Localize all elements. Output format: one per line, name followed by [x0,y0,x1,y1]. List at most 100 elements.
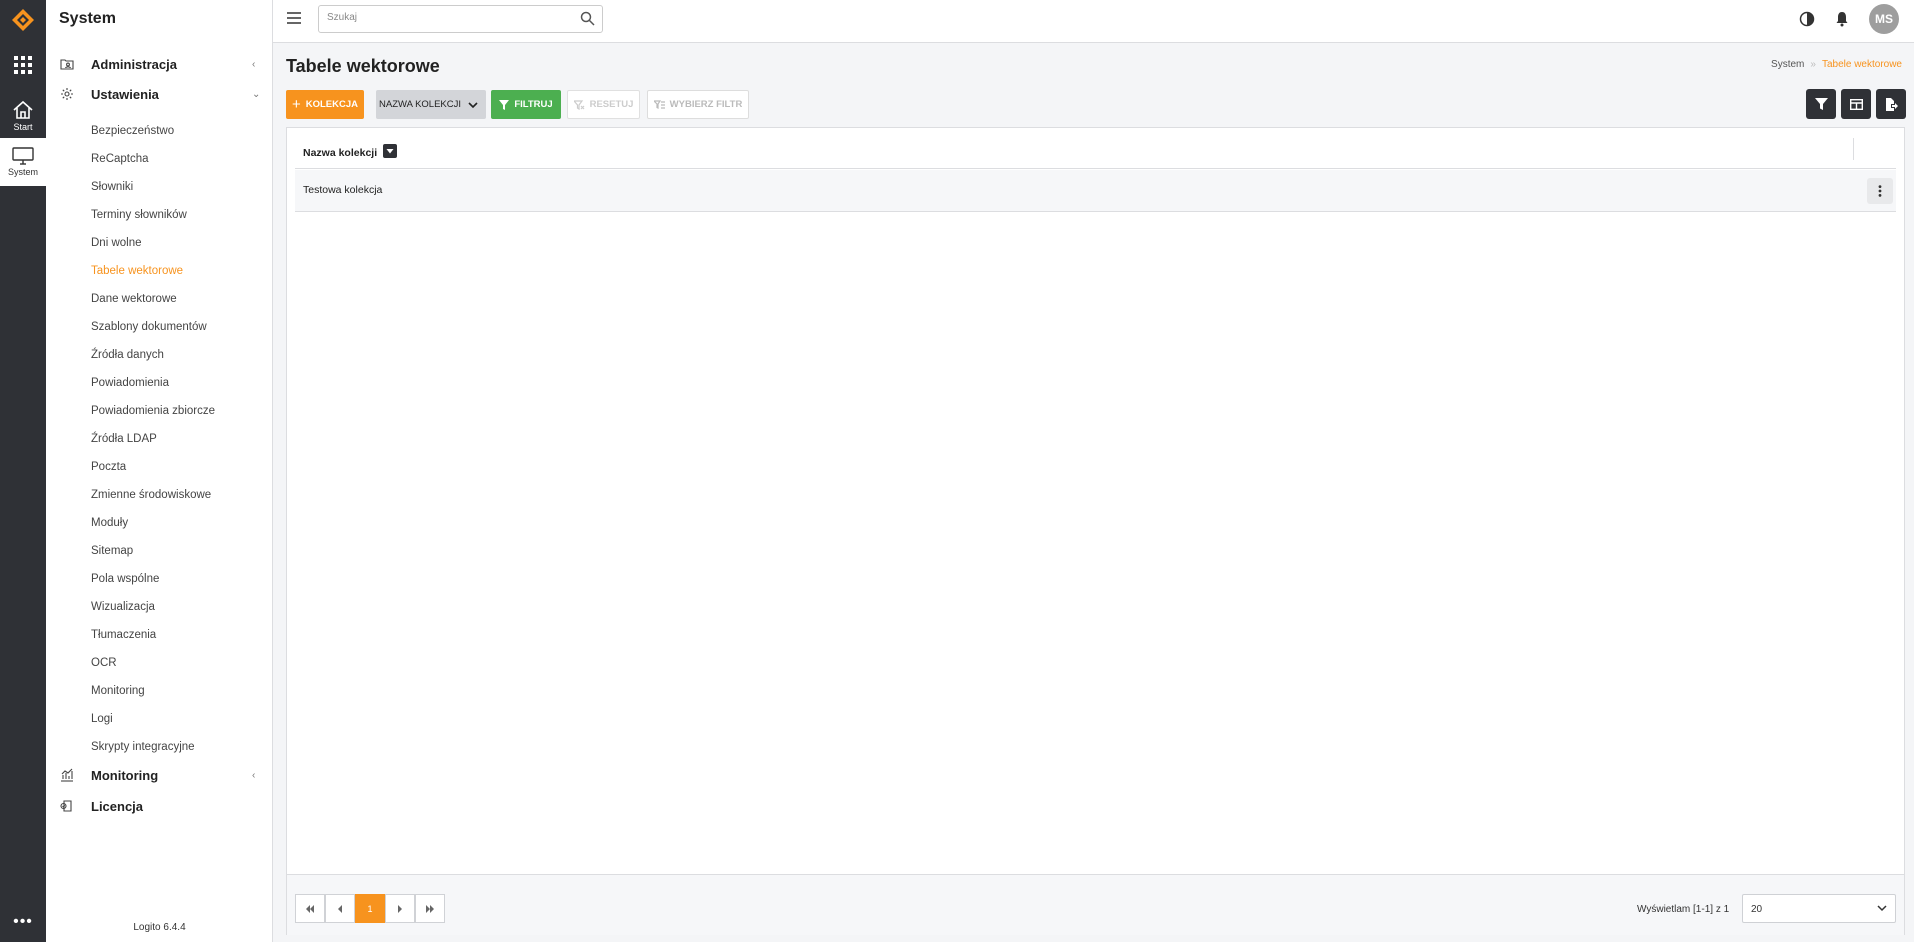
folder-user-icon [60,59,74,70]
sidebar-section-label: Administracja [91,56,177,72]
sidebar-section-ustawienia[interactable]: Ustawienia ⌄ [46,83,273,105]
cell-collection-name[interactable]: Testowa kolekcja [303,184,382,196]
sidebar-item-dane-wektorowe[interactable]: Dane wektorowe [91,293,177,305]
sidebar: System Administracja ‹ Ustawienia ⌄ Bezp… [46,0,273,942]
filter-field-label: NAZWA KOLEKCJI [379,99,461,110]
sort-dropdown-button[interactable] [383,144,397,158]
choose-filter-button[interactable]: WYBIERZ FILTR [647,90,749,119]
sidebar-item-słowniki[interactable]: Słowniki [91,181,133,193]
contrast-toggle-icon[interactable] [1799,11,1815,27]
sidebar-item-tłumaczenia[interactable]: Tłumaczenia [91,629,156,641]
add-collection-button[interactable]: + KOLEKCJA [286,90,364,119]
sidebar-item-recaptcha[interactable]: ReCaptcha [91,153,149,165]
export-button[interactable] [1876,89,1906,119]
sidebar-item-moduły[interactable]: Moduły [91,517,128,529]
sidebar-item-tabele-wektorowe[interactable]: Tabele wektorowe [91,265,183,277]
row-actions-button[interactable] [1867,178,1893,204]
breadcrumb-separator: » [1810,59,1816,70]
topbar: MS [273,0,1914,43]
app-version: Logito 6.4.4 [133,922,186,933]
logito-logo-icon[interactable] [11,8,35,32]
filter-icon [1814,98,1828,110]
page-size-select[interactable]: 20 [1742,894,1896,923]
search-input[interactable] [327,12,567,23]
filter-field-select[interactable]: NAZWA KOLEKCJI [376,90,486,119]
search-icon[interactable] [580,11,595,26]
plus-icon: + [291,96,301,113]
sidebar-item-wizualizacja[interactable]: Wizualizacja [91,601,155,613]
table-row[interactable]: Testowa kolekcja [295,170,1896,212]
license-icon [60,800,72,812]
bell-icon[interactable] [1834,11,1850,27]
sidebar-section-monitoring[interactable]: Monitoring ‹ [46,764,273,786]
filter-reset-icon [573,99,585,110]
sidebar-item-sitemap[interactable]: Sitemap [91,545,133,557]
column-divider [1853,138,1854,160]
sidebar-section-administracja[interactable]: Administracja ‹ [46,53,273,75]
filter-toggle-button[interactable] [1806,89,1836,119]
sidebar-item-źródła-ldap[interactable]: Źródła LDAP [91,433,157,445]
sidebar-item-bezpieczeństwo[interactable]: Bezpieczeństwo [91,125,174,137]
sidebar-item-pola-wspólne[interactable]: Pola wspólne [91,573,159,585]
filter-button[interactable]: FILTRUJ [491,90,561,119]
breadcrumb: System » Tabele wektorowe [1771,59,1902,70]
gear-icon [61,88,73,100]
first-page-button[interactable] [295,894,325,923]
sidebar-item-powiadomienia-zbiorcze[interactable]: Powiadomienia zbiorcze [91,405,215,417]
search-box [318,5,603,33]
columns-button[interactable] [1841,89,1871,119]
user-avatar[interactable]: MS [1869,4,1899,34]
sidebar-title: System [59,10,116,27]
chevron-left-icon: ‹ [252,769,256,781]
rail-start-button[interactable]: Start [0,94,46,138]
rail-system-label: System [7,167,38,177]
sidebar-item-ocr[interactable]: OCR [91,657,117,669]
last-page-button[interactable] [415,894,445,923]
pagination-info: Wyświetlam [1-1] z 1 [1637,904,1730,915]
sidebar-section-label: Ustawienia [91,86,159,102]
apps-grid-button[interactable] [0,52,46,78]
sidebar-item-źródła-danych[interactable]: Źródła danych [91,349,164,361]
chevron-left-icon: ‹ [252,58,256,70]
chevron-down-icon [1877,905,1887,912]
sidebar-item-dni-wolne[interactable]: Dni wolne [91,237,142,249]
reset-button[interactable]: RESETUJ [567,90,640,119]
sidebar-item-skrypty-integracyjne[interactable]: Skrypty integracyjne [91,741,195,753]
rail-system-button[interactable]: System [0,138,46,186]
previous-page-button[interactable] [325,894,355,923]
sidebar-item-szablony-dokumentów[interactable]: Szablony dokumentów [91,321,207,333]
more-button[interactable]: ••• [0,912,46,932]
sidebar-item-monitoring[interactable]: Monitoring [91,685,145,697]
chevron-down-icon [468,101,478,108]
hamburger-menu-icon[interactable] [286,11,302,25]
sidebar-item-powiadomienia[interactable]: Powiadomienia [91,377,169,389]
sidebar-section-label: Monitoring [91,767,159,783]
funnel-icon [499,99,510,110]
sidebar-item-poczta[interactable]: Poczta [91,461,126,473]
page-button-1[interactable]: 1 [355,894,385,923]
reset-button-label: RESETUJ [589,99,634,110]
filter-list-icon [653,99,665,109]
sidebar-item-logi[interactable]: Logi [91,713,113,725]
next-page-button[interactable] [385,894,415,923]
chart-icon [61,768,73,782]
sidebar-item-terminy-słowników[interactable]: Terminy słowników [91,209,187,221]
choose-filter-label: WYBIERZ FILTR [669,99,743,110]
breadcrumb-item-system[interactable]: System [1771,59,1804,70]
pagination-bar: 1 Wyświetlam [1-1] z 1 20 [287,874,1904,935]
sidebar-section-label: Licencja [91,798,144,814]
app-rail: Start System ••• [0,0,46,942]
chevron-down-icon: ⌄ [252,88,261,100]
double-chevron-right-icon [426,904,434,913]
home-icon [13,100,33,119]
grid-icon [14,56,32,74]
kebab-menu-icon [1878,185,1882,197]
column-header-nazwa-kolekcji[interactable]: Nazwa kolekcji [303,147,377,159]
caret-down-icon [386,149,394,154]
table-columns-icon [1849,98,1863,110]
monitor-icon [12,147,34,165]
chevron-right-icon [398,904,402,913]
sidebar-item-zmienne-środowiskowe[interactable]: Zmienne środowiskowe [91,489,211,501]
sidebar-section-licencja[interactable]: Licencja [46,795,273,817]
table-panel: Nazwa kolekcji Testowa kolekcja 1 Wyświe… [286,127,1905,935]
